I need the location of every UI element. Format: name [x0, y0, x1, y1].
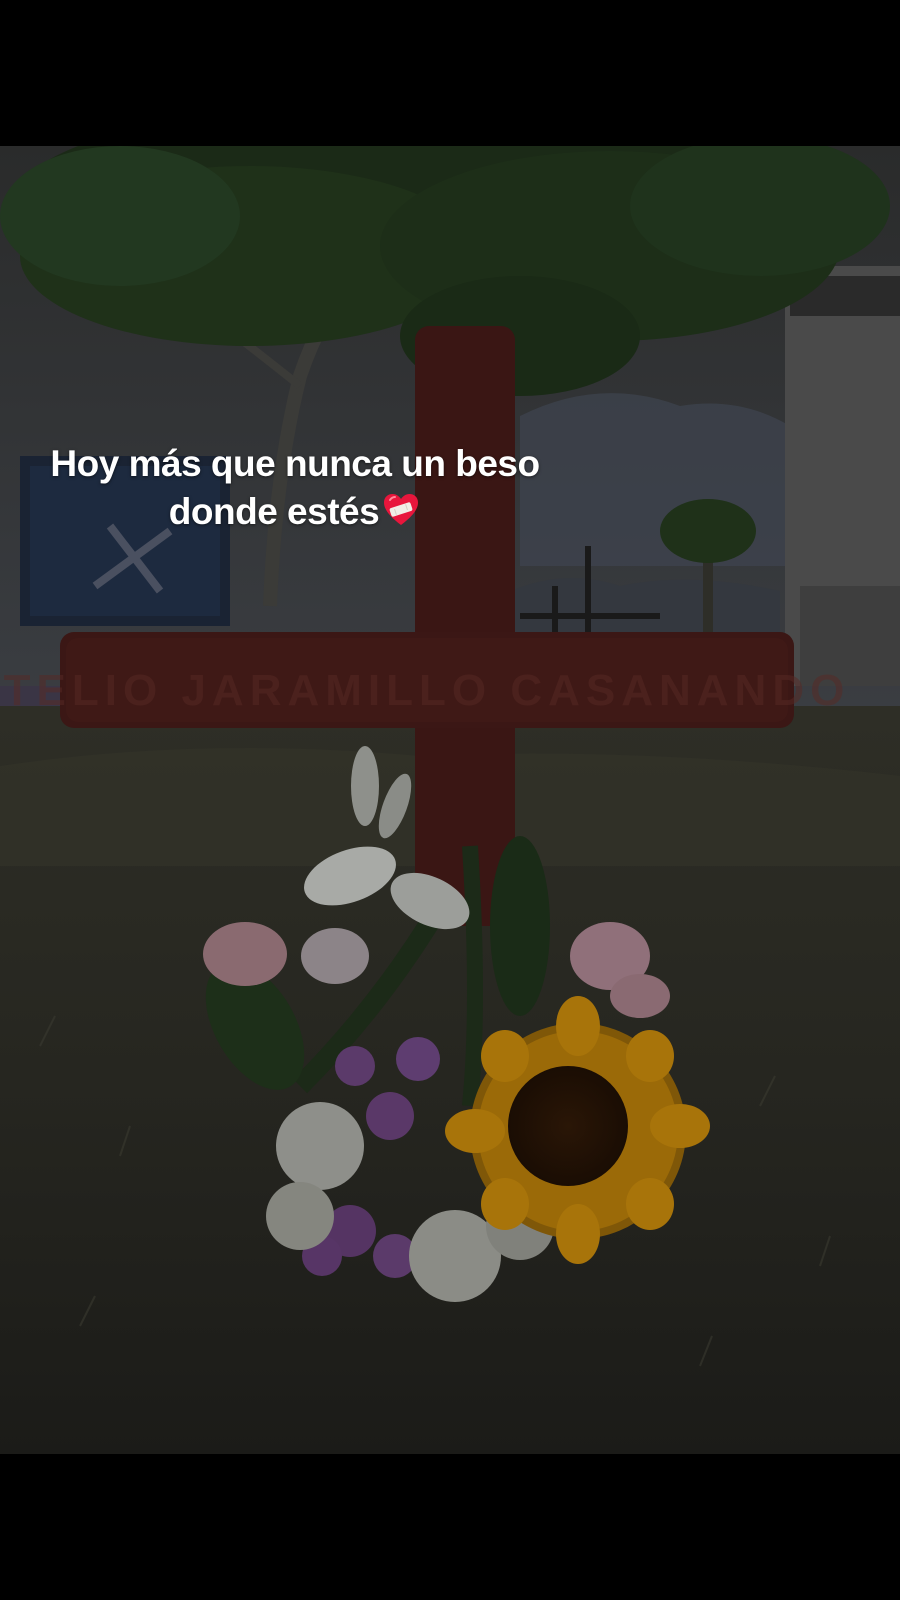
top-letterbox	[0, 0, 900, 146]
mausoleum-right	[785, 266, 900, 686]
bottom-letterbox	[0, 1454, 900, 1600]
cemetery-photo: TELIO JARAMILLO CASANANDO	[0, 146, 900, 1454]
caption-line-2: donde estés	[0, 488, 590, 536]
svg-text:TELIO JARAMILLO CASANANDO: TELIO JARAMILLO CASANANDO	[4, 666, 851, 715]
cemetery-scene: TELIO JARAMILLO CASANANDO	[0, 146, 900, 1454]
caption-line-1: Hoy más que nunca un beso	[50, 443, 540, 484]
mending-heart-icon	[381, 490, 421, 530]
caption-line-2-text: donde estés	[168, 491, 380, 532]
caption-overlay: Hoy más que nunca un beso donde estés	[0, 440, 590, 536]
